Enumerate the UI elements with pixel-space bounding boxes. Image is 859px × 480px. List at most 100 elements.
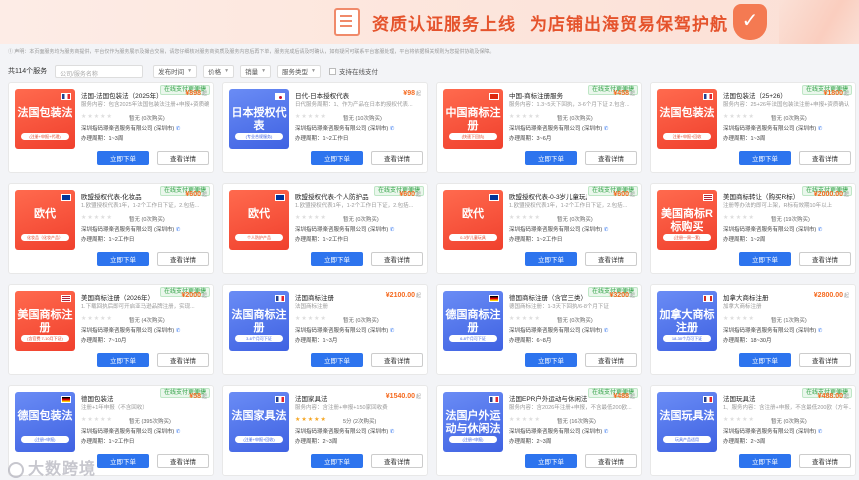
sort-time-dropdown[interactable]: 发布时间 ▼ [153,64,198,78]
service-card[interactable]: 法国家具法 (注册+申报+回收) 法国家具法 ¥1540.00起 服务内容：含注册+申报… [222,385,428,476]
order-now-button[interactable]: 立即下单 [97,151,149,165]
phone-icon[interactable]: ✆ [818,227,823,233]
view-details-button[interactable]: 查看详情 [157,353,209,367]
phone-icon[interactable]: ✆ [176,429,181,435]
service-thumbnail[interactable]: 法国包装法 注册+申报+回收 [657,89,717,149]
view-details-button[interactable]: 查看详情 [371,454,423,468]
service-thumbnail[interactable]: 加拿大商标注册 18-30个月可下证 [657,291,717,351]
phone-icon[interactable]: ✆ [390,328,395,334]
service-card[interactable]: 在线支付更便捷 法国包装法 注册+申报+回收 法国包装法（25+26） ¥1800起 服务… [650,82,856,173]
order-now-button[interactable]: 立即下单 [97,353,149,367]
phone-icon[interactable]: ✆ [176,328,181,334]
service-name[interactable]: 法国EPR户外运动与休闲法 [509,393,587,403]
service-thumbnail[interactable]: 欧代 0-3岁儿童玩具 [443,190,503,250]
service-card[interactable]: 在线支付更便捷 美国商标注册 (含官费 7-10月下证) 美国商标注册（2026年） ¥… [8,284,214,375]
service-name[interactable]: 美国商标转让（购买R标） [723,191,801,201]
service-thumbnail[interactable]: 法国家具法 (注册+申报+回收) [229,392,289,452]
phone-icon[interactable]: ✆ [604,328,609,334]
view-details-button[interactable]: 查看详情 [585,454,637,468]
phone-icon[interactable]: ✆ [604,227,609,233]
order-now-button[interactable]: 立即下单 [311,151,363,165]
service-name[interactable]: 欧盟授权代表-个人防护品 [295,191,373,201]
sales-dropdown[interactable]: 销量 ▼ [240,64,272,78]
service-name[interactable]: 欧盟授权代表-化妆品 [81,191,159,201]
order-now-button[interactable]: 立即下单 [97,454,149,468]
view-details-button[interactable]: 查看详情 [585,353,637,367]
order-now-button[interactable]: 立即下单 [311,252,363,266]
service-name[interactable]: 法国玩具法 [723,393,801,403]
service-name[interactable]: 德国商标注册（含官三类） [509,292,587,302]
service-thumbnail[interactable]: 美国商标R标购买 (注册一周一套) [657,190,717,250]
online-pay-checkbox[interactable]: 支持在线支付 [328,66,378,76]
service-card[interactable]: 在线支付更便捷 中国商标注册 (快速下回执) 中国-商标注册服务 ¥458起 服务内容：1… [436,82,642,173]
service-name[interactable]: 法国商标注册 [295,292,373,302]
order-now-button[interactable]: 立即下单 [311,353,363,367]
service-card[interactable]: 在线支付更便捷 美国商标R标购买 (注册一周一套) 美国商标转让（购买R标） ¥2000… [650,183,856,274]
service-thumbnail[interactable]: 德国商标注册 6-8个月可下证 [443,291,503,351]
service-thumbnail[interactable]: 日本授权代表 (专业合规服务) [229,89,289,149]
service-card[interactable]: 在线支付更便捷 欧代 0-3岁儿童玩具 欧盟授权代表-0-3岁儿童玩具 ¥600起 1.欧… [436,183,642,274]
order-now-button[interactable]: 立即下单 [525,353,577,367]
service-name[interactable]: 日代-日本授权代表 [295,90,373,100]
phone-icon[interactable]: ✆ [604,429,609,435]
service-name[interactable]: 法国家具法 [295,393,373,403]
view-details-button[interactable]: 查看详情 [157,151,209,165]
service-thumbnail[interactable]: 美国商标注册 (含官费 7-10月下证) [15,291,75,351]
service-name[interactable]: 法国包装法（25+26） [723,90,801,100]
order-now-button[interactable]: 立即下单 [739,353,791,367]
phone-icon[interactable]: ✆ [818,328,823,334]
service-card[interactable]: 在线支付更便捷 法国玩具法 玩具产品适用 法国玩具法 ¥488.00起 1、服务内容：含注… [650,385,856,476]
search-input[interactable]: 公司/服务名称 [55,64,144,78]
service-name[interactable]: 加拿大商标注册 [723,292,801,302]
view-details-button[interactable]: 查看详情 [157,454,209,468]
view-details-button[interactable]: 查看详情 [799,353,851,367]
order-now-button[interactable]: 立即下单 [739,151,791,165]
phone-icon[interactable]: ✆ [390,227,395,233]
service-card[interactable]: 在线支付更便捷 德国商标注册 6-8个月可下证 德国商标注册（含官三类） ¥3200起德… [436,284,642,375]
order-now-button[interactable]: 立即下单 [739,454,791,468]
view-details-button[interactable]: 查看详情 [585,151,637,165]
order-now-button[interactable]: 立即下单 [525,252,577,266]
order-now-button[interactable]: 立即下单 [739,252,791,266]
phone-icon[interactable]: ✆ [176,227,181,233]
service-card[interactable]: 日本授权代表 (专业合规服务) 日代-日本授权代表 ¥98起 日代服务周期：1、作为产品… [222,82,428,173]
view-details-button[interactable]: 查看详情 [799,151,851,165]
order-now-button[interactable]: 立即下单 [525,454,577,468]
order-now-button[interactable]: 立即下单 [311,454,363,468]
service-thumbnail[interactable]: 法国包装法 (注册+申报+代理) [15,89,75,149]
service-card[interactable]: 法国商标注册 3-6个月可下证 法国商标注册 ¥2100.00起 法国商标注册 ★★★★★… [222,284,428,375]
service-thumbnail[interactable]: 欧代 个人防护产品 [229,190,289,250]
phone-icon[interactable]: ✆ [176,126,181,132]
service-name[interactable]: 法国-法国包装法（2025年） [81,90,159,100]
phone-icon[interactable]: ✆ [390,429,395,435]
phone-icon[interactable]: ✆ [818,429,823,435]
service-name[interactable]: 中国-商标注册服务 [509,90,587,100]
view-details-button[interactable]: 查看详情 [799,252,851,266]
service-thumbnail[interactable]: 法国商标注册 3-6个月可下证 [229,291,289,351]
service-name[interactable]: 欧盟授权代表-0-3岁儿童玩具 [509,191,587,201]
service-thumbnail[interactable]: 德国包装法 (注册+申报) [15,392,75,452]
promo-banner[interactable]: 资质认证服务上线 为店铺出海贸易保驾护航 ✓ [0,0,859,44]
phone-icon[interactable]: ✆ [390,126,395,132]
service-thumbnail[interactable]: 中国商标注册 (快速下回执) [443,89,503,149]
view-details-button[interactable]: 查看详情 [371,252,423,266]
price-dropdown[interactable]: 价格 ▼ [203,64,235,78]
service-card[interactable]: 在线支付更便捷 欧代 化妆品（化妆产品） 欧盟授权代表-化妆品 ¥600起 1.欧盟授权代… [8,183,214,274]
phone-icon[interactable]: ✆ [818,126,823,132]
service-name[interactable]: 德国包装法 [81,393,159,403]
phone-icon[interactable]: ✆ [604,126,609,132]
service-card[interactable]: 在线支付更便捷 欧代 个人防护产品 欧盟授权代表-个人防护品 ¥600起 1.欧盟授权代表… [222,183,428,274]
service-card[interactable]: 加拿大商标注册 18-30个月可下证 加拿大商标注册 ¥2800.00起 加拿大商标注册… [650,284,856,375]
view-details-button[interactable]: 查看详情 [157,252,209,266]
service-type-dropdown[interactable]: 服务类型 ▼ [277,64,321,78]
service-name[interactable]: 美国商标注册（2026年） [81,292,159,302]
view-details-button[interactable]: 查看详情 [371,353,423,367]
view-details-button[interactable]: 查看详情 [585,252,637,266]
order-now-button[interactable]: 立即下单 [97,252,149,266]
view-details-button[interactable]: 查看详情 [799,454,851,468]
service-card[interactable]: 在线支付更便捷 法国户外运动与休闲法 (注册+申报) 法国EPR户外运动与休闲法 ¥48… [436,385,642,476]
service-thumbnail[interactable]: 欧代 化妆品（化妆产品） [15,190,75,250]
service-thumbnail[interactable]: 法国户外运动与休闲法 (注册+申报) [443,392,503,452]
service-card[interactable]: 在线支付更便捷 法国包装法 (注册+申报+代理) 法国-法国包装法（2025年） ¥89… [8,82,214,173]
service-thumbnail[interactable]: 法国玩具法 玩具产品适用 [657,392,717,452]
